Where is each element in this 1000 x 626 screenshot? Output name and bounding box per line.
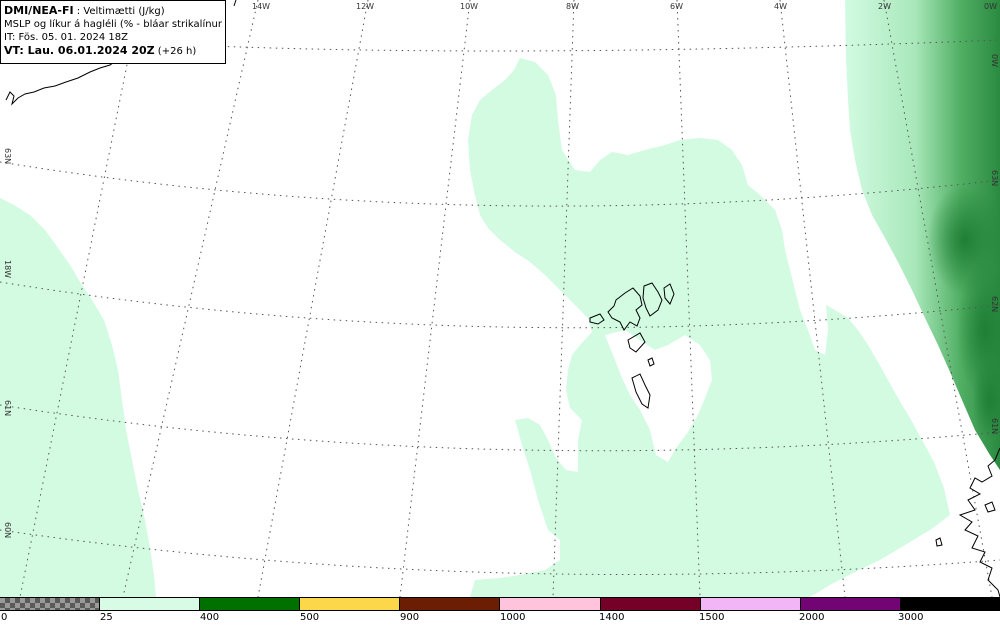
meridian-14w xyxy=(122,0,259,597)
lon-label-14w: 14W xyxy=(252,2,271,11)
lat-label-right-63n: 63N xyxy=(990,170,999,187)
subtitle: MSLP og líkur á hagléli (% - bláar strik… xyxy=(4,19,222,30)
weather-map xyxy=(0,0,1000,597)
color-scale-label-1: 25 xyxy=(100,612,113,623)
lat-label-right-0w: 0W xyxy=(990,54,999,67)
color-scale-seg-9 xyxy=(900,598,1000,610)
color-scale-bar xyxy=(0,597,1000,611)
iceland-islet xyxy=(233,0,237,7)
color-scale-seg-3 xyxy=(300,598,401,610)
color-scale-label-9: 3000 xyxy=(898,612,924,623)
color-scale-label-4: 900 xyxy=(400,612,420,623)
cape-area-west xyxy=(0,198,156,597)
lon-label-10w: 10W xyxy=(460,2,479,11)
lat-label-left-18w: 18W xyxy=(3,260,12,279)
initial-time: IT: Fös. 05. 01. 2024 18Z xyxy=(4,32,128,43)
color-scale-label-5: 1000 xyxy=(500,612,526,623)
meridian-12w xyxy=(257,0,369,597)
color-scale-seg-4 xyxy=(400,598,501,610)
lon-label-4w: 4W xyxy=(774,2,787,11)
lat-label-right-62n: 62N xyxy=(990,296,999,313)
lon-label-12w: 12W xyxy=(356,2,375,11)
color-scale-seg-7 xyxy=(700,598,801,610)
color-scale-label-2: 400 xyxy=(200,612,220,623)
color-scale-seg-0 xyxy=(0,598,101,610)
lat-label-left-61n: 61N xyxy=(3,400,12,417)
norway-coast xyxy=(958,447,1000,597)
lon-label-6w: 6W xyxy=(670,2,683,11)
lat-label-left-63n: 63N xyxy=(3,148,12,165)
color-scale-seg-1 xyxy=(100,598,201,610)
lon-label-0w: 0W xyxy=(984,2,997,11)
color-scale-seg-5 xyxy=(500,598,601,610)
color-scale-seg-2 xyxy=(200,598,301,610)
title-row: DMI/NEA-FI : Veltimætti (J/kg) xyxy=(4,4,222,18)
color-scale-seg-6 xyxy=(600,598,701,610)
color-scale-seg-8 xyxy=(800,598,901,610)
coastline-norway xyxy=(935,447,1000,597)
lon-label-8w: 8W xyxy=(566,2,579,11)
color-scale-label-8: 2000 xyxy=(799,612,825,623)
color-scale-label-3: 500 xyxy=(300,612,320,623)
cape-field xyxy=(0,0,1000,597)
color-scale-labels: 0 25 400 500 900 1000 1400 1500 2000 300… xyxy=(0,611,1000,626)
valid-time-row: VT: Lau. 06.01.2024 20Z (+26 h) xyxy=(4,44,222,58)
color-scale-label-6: 1400 xyxy=(599,612,625,623)
color-scale-label-0: 0 xyxy=(1,612,8,623)
color-scale-label-7: 1500 xyxy=(699,612,725,623)
lat-label-left-60n: 60N xyxy=(3,522,12,539)
lon-label-2w: 2W xyxy=(878,2,891,11)
norway-islet-1 xyxy=(984,501,996,513)
lat-label-right-61n: 61N xyxy=(990,418,999,435)
model-name: DMI/NEA-FI xyxy=(4,4,74,17)
map-canvas xyxy=(0,0,1000,597)
forecast-hour: (+26 h) xyxy=(154,46,197,57)
norway-islet-2 xyxy=(935,537,943,547)
meridian-10w xyxy=(399,0,471,597)
valid-time: VT: Lau. 06.01.2024 20Z xyxy=(4,44,155,57)
map-info-box: DMI/NEA-FI : Veltimætti (J/kg) MSLP og l… xyxy=(0,0,226,64)
variable-name: : Veltimætti (J/kg) xyxy=(73,6,165,17)
